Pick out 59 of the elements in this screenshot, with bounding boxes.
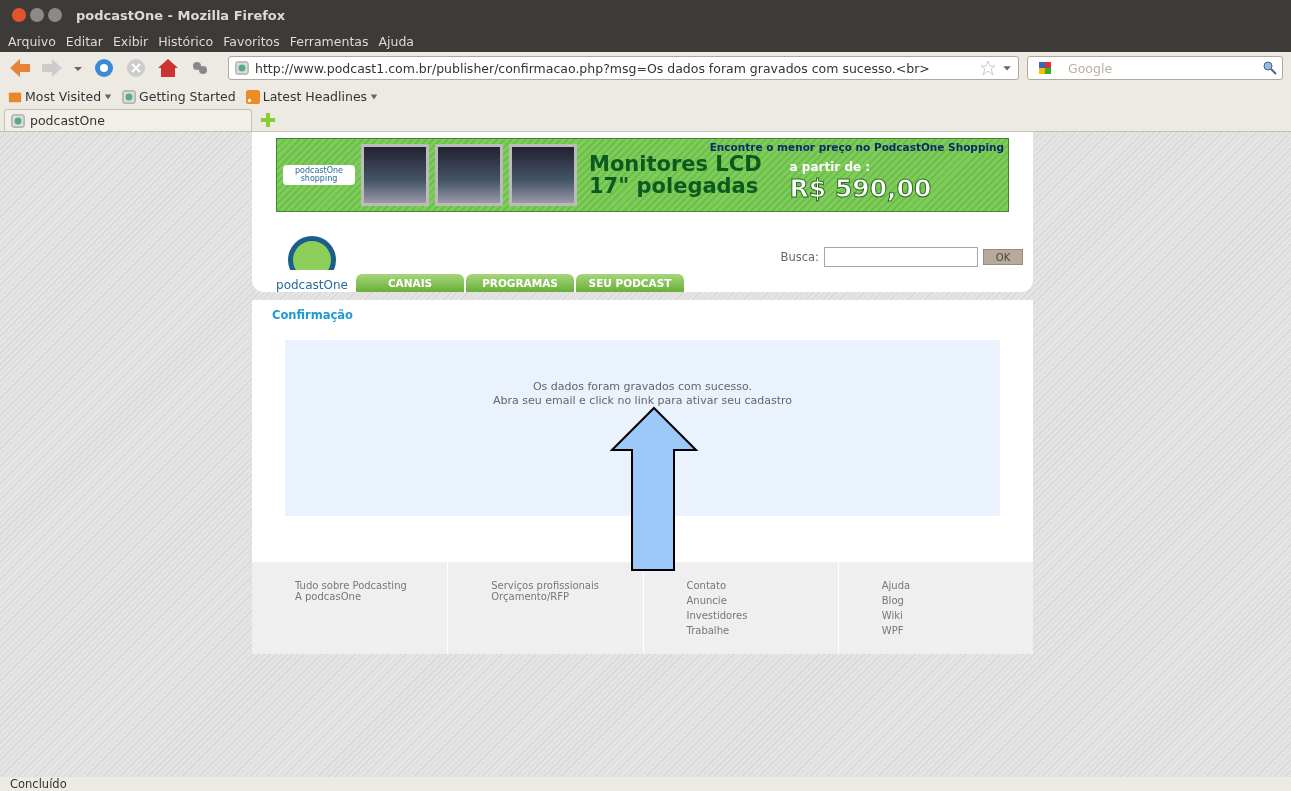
- bookmark-item[interactable]: Latest Headlines: [245, 89, 379, 104]
- feed-icon: [245, 89, 260, 104]
- footer-link[interactable]: WPF: [881, 625, 1033, 636]
- footer-link[interactable]: Ajuda: [881, 580, 1033, 591]
- site-logo[interactable]: podcastOne: [270, 234, 354, 292]
- menu-item[interactable]: Arquivo: [8, 33, 56, 49]
- footer-link[interactable]: Blog: [881, 595, 1033, 606]
- footer-link[interactable]: Anuncie: [686, 595, 838, 606]
- message-text: Os dados foram gravados com sucesso.: [532, 380, 753, 395]
- footer-link[interactable]: Serviços profissionais: [491, 580, 643, 591]
- back-icon[interactable]: [8, 57, 32, 79]
- nav-tab[interactable]: PROGRAMAS: [466, 274, 574, 292]
- close-button[interactable]: [12, 8, 26, 22]
- menu-item[interactable]: Favoritos: [223, 33, 280, 49]
- dropdown-icon[interactable]: [104, 92, 113, 101]
- search-label: Busca:: [780, 250, 819, 264]
- footer-link[interactable]: A podcasOne: [295, 591, 448, 602]
- price-label: a partir de :: [789, 159, 872, 174]
- browser-tab[interactable]: podcastOne: [4, 109, 252, 131]
- menu-item[interactable]: Histórico: [158, 33, 214, 49]
- bookmark-item[interactable]: Getting Started: [122, 89, 236, 104]
- menu-item[interactable]: Exibir: [112, 33, 149, 49]
- search-field[interactable]: [824, 247, 978, 267]
- window-title: podcastOne - Mozilla Firefox: [76, 7, 286, 23]
- search-icon[interactable]: [1262, 60, 1278, 76]
- footer-link[interactable]: Contato: [686, 580, 838, 591]
- page-icon: [122, 89, 137, 104]
- menu-item[interactable]: Ferramentas: [289, 33, 369, 49]
- menu-item[interactable]: Ajuda: [378, 33, 415, 49]
- maximize-button[interactable]: [48, 8, 62, 22]
- minimize-button[interactable]: [30, 8, 44, 22]
- page-icon: [235, 61, 249, 75]
- page-heading: Confirmação: [272, 308, 354, 322]
- message-text: Abra seu email e click no link para ativar seu cadastro: [493, 394, 792, 409]
- dropdown-icon[interactable]: [370, 92, 379, 101]
- page-icon: [11, 113, 25, 128]
- footer-link[interactable]: Investidores: [686, 610, 838, 621]
- banner-tagline: Encontre o menor preço no PodcastOne Shopping: [709, 141, 1004, 153]
- star-icon[interactable]: [980, 60, 996, 76]
- monitor-picture: [435, 144, 503, 206]
- menu-item[interactable]: Editar: [65, 33, 103, 49]
- monitor-picture: [361, 144, 429, 206]
- price: R$ 590,00: [789, 173, 932, 203]
- banner-headline: Monitores LCD: [589, 152, 762, 175]
- status-text: Concluído: [10, 777, 67, 791]
- nav-tab[interactable]: CANAIS: [356, 274, 464, 292]
- address-field[interactable]: http://www.podcast1.com.br/publisher/confirmacao.php?msg=Os dados foram gravados com sucesso.<br>: [228, 56, 1019, 80]
- bookmark-item[interactable]: Most Visited: [8, 89, 113, 104]
- search-field[interactable]: Google: [1027, 56, 1283, 80]
- banner-headline: 17" polegadas: [589, 175, 760, 198]
- footer-link[interactable]: Wiki: [881, 610, 1033, 621]
- nav-tab[interactable]: SEU PODCAST: [576, 274, 684, 292]
- footer-link[interactable]: Tudo sobre Podcasting: [295, 580, 448, 591]
- ok-button[interactable]: OK: [983, 249, 1023, 265]
- home-icon[interactable]: [156, 57, 180, 79]
- monitor-picture: [509, 144, 577, 206]
- shop-logo: podcastOne shopping: [283, 165, 355, 185]
- footer-link[interactable]: Trabalhe: [686, 625, 838, 636]
- footer-link[interactable]: Orçamento/RFP: [491, 591, 643, 602]
